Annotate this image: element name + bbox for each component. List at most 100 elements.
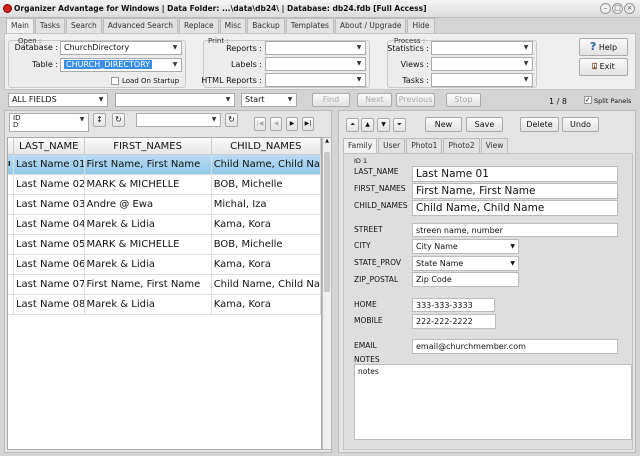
search-field-select[interactable]: ALL FIELDS ▼ [8, 93, 108, 107]
first-names-cell[interactable]: Marek & Lidia [85, 295, 212, 314]
previous-button[interactable]: Previous [396, 93, 435, 107]
delete-button[interactable]: Delete [520, 117, 559, 132]
first-names-cell[interactable]: First Name, First Name [85, 275, 212, 294]
column-header-first-names[interactable]: FIRST_NAMES [85, 138, 212, 154]
table-row[interactable]: Last Name 07 First Name, First Name Child … [8, 275, 321, 295]
tab-photo1[interactable]: Photo1 [406, 138, 443, 153]
tab-replace[interactable]: Replace [179, 18, 219, 33]
tab-about-upgrade[interactable]: About / Upgrade [334, 18, 407, 33]
tab-user[interactable]: User [378, 138, 406, 153]
zip-input[interactable]: Zip Code [412, 272, 519, 287]
new-button[interactable]: New [425, 117, 462, 132]
child-names-cell[interactable]: Michal, Iza [212, 195, 321, 214]
child-names-input[interactable]: Child Name, Child Name [412, 200, 618, 216]
tab-search[interactable]: Search [66, 18, 102, 33]
column-header-child-names[interactable]: CHILD_NAMES [212, 138, 321, 154]
first-names-cell[interactable]: MARK & MICHELLE [85, 175, 212, 194]
statistics-select[interactable]: ▼ [431, 41, 533, 55]
search-value-input[interactable]: ▼ [115, 93, 235, 107]
child-names-cell[interactable]: Kama, Kora [212, 295, 321, 314]
tab-main[interactable]: Main [6, 18, 34, 34]
tab-tasks[interactable]: Tasks [34, 18, 66, 33]
minimize-icon[interactable]: – [600, 3, 611, 14]
tab-templates[interactable]: Templates [285, 18, 334, 33]
help-button[interactable]: ? Help [579, 38, 628, 56]
maximize-icon[interactable]: □ [612, 3, 623, 14]
sort-field-select[interactable]: ID D ▼ [9, 113, 89, 132]
last-name-cell[interactable]: Last Name 04 [14, 215, 85, 234]
undo-button[interactable]: Undo [562, 117, 599, 132]
scrollbar-thumb[interactable] [324, 152, 330, 292]
last-name-cell[interactable]: Last Name 01 [14, 155, 85, 174]
child-names-cell[interactable]: Kama, Kora [212, 215, 321, 234]
table-row[interactable]: Last Name 06 Marek & Lidia Kama, Kora [8, 255, 321, 275]
tab-advanced-search[interactable]: Advanced Search [102, 18, 178, 33]
notes-textarea[interactable]: notes [354, 364, 632, 440]
scroll-up-icon[interactable]: ▲ [323, 138, 331, 144]
html-reports-select[interactable]: ▼ [265, 73, 366, 87]
move-up-icon[interactable]: ▲ [361, 118, 374, 132]
next-record-icon[interactable]: ▶ [286, 117, 298, 131]
search-mode-select[interactable]: Start ▼ [241, 93, 297, 107]
first-names-input[interactable]: First Name, First Name [412, 183, 618, 199]
first-names-cell[interactable]: MARK & MICHELLE [85, 235, 212, 254]
table-row[interactable]: Last Name 05 MARK & MICHELLE BOB, Michelle [8, 235, 321, 255]
first-names-cell[interactable]: Andre @ Ewa [85, 195, 212, 214]
first-names-cell[interactable]: Marek & Lidia [85, 215, 212, 234]
save-button[interactable]: Save [466, 117, 503, 132]
last-name-cell[interactable]: Last Name 03 [14, 195, 85, 214]
street-input[interactable]: streen name, number [412, 223, 618, 237]
tasks-select[interactable]: ▼ [431, 73, 533, 87]
find-button[interactable]: Find [312, 93, 350, 107]
table-row[interactable]: I Last Name 01 First Name, First Name Child… [8, 155, 321, 175]
table-select[interactable]: CHURCH_DIRECTORY ▼ [60, 58, 182, 72]
table-row[interactable]: Last Name 08 Marek & Lidia Kama, Kora [8, 295, 321, 315]
tab-hide[interactable]: Hide [407, 18, 435, 33]
sort-direction-icon[interactable]: ↕ [93, 113, 106, 127]
state-select[interactable]: State Name ▼ [412, 256, 519, 271]
table-row[interactable]: Last Name 02 MARK & MICHELLE BOB, Michelle [8, 175, 321, 195]
exit-button[interactable]: ⍗ Exit [579, 58, 628, 76]
child-names-cell[interactable]: Kama, Kora [212, 255, 321, 274]
database-select[interactable]: ChurchDirectory ▼ [60, 41, 182, 55]
stop-button[interactable]: Stop [446, 93, 481, 107]
filter-refresh-icon[interactable]: ↻ [225, 113, 238, 127]
move-last-icon[interactable]: ⏷ [393, 118, 406, 132]
table-row[interactable]: Last Name 04 Marek & Lidia Kama, Kora [8, 215, 321, 235]
tab-family[interactable]: Family [343, 138, 378, 154]
next-button[interactable]: Next [357, 93, 392, 107]
child-names-cell[interactable]: Child Name, Child Name [212, 275, 321, 294]
split-panels-checkbox[interactable]: ✓ [584, 96, 592, 104]
last-name-input[interactable]: Last Name 01 [412, 166, 618, 182]
last-name-cell[interactable]: Last Name 08 [14, 295, 85, 314]
email-input[interactable]: email@churchmember.com [412, 339, 618, 354]
tab-backup[interactable]: Backup [247, 18, 285, 33]
close-icon[interactable]: × [624, 3, 635, 14]
column-header-last-name[interactable]: LAST_NAME [14, 138, 85, 154]
first-record-icon[interactable]: |◀ [254, 117, 266, 131]
last-name-cell[interactable]: Last Name 06 [14, 255, 85, 274]
views-select[interactable]: ▼ [431, 57, 533, 71]
labels-select[interactable]: ▼ [265, 57, 366, 71]
tab-view[interactable]: View [480, 138, 509, 153]
child-names-cell[interactable]: Child Name, Child Name [212, 155, 321, 174]
table-row[interactable]: Last Name 03 Andre @ Ewa Michal, Iza [8, 195, 321, 215]
last-name-cell[interactable]: Last Name 05 [14, 235, 85, 254]
tab-misc[interactable]: Misc [219, 18, 247, 33]
first-names-cell[interactable]: First Name, First Name [85, 155, 212, 174]
last-record-icon[interactable]: ▶| [302, 117, 314, 131]
last-name-cell[interactable]: Last Name 07 [14, 275, 85, 294]
first-names-cell[interactable]: Marek & Lidia [85, 255, 212, 274]
tab-photo2[interactable]: Photo2 [443, 138, 480, 153]
mobile-phone-input[interactable]: 222-222-2222 [412, 314, 496, 329]
last-name-cell[interactable]: Last Name 02 [14, 175, 85, 194]
move-first-icon[interactable]: ⏶ [346, 118, 359, 132]
filter-select[interactable]: ▼ [136, 113, 221, 127]
load-on-startup-checkbox[interactable] [111, 77, 119, 85]
reports-select[interactable]: ▼ [265, 41, 366, 55]
city-select[interactable]: City Name ▼ [412, 239, 519, 254]
grid-scrollbar[interactable]: ▲ [322, 137, 332, 450]
move-down-icon[interactable]: ▼ [377, 118, 390, 132]
refresh-icon[interactable]: ↻ [112, 113, 125, 127]
prev-record-icon[interactable]: ◀ [270, 117, 282, 131]
